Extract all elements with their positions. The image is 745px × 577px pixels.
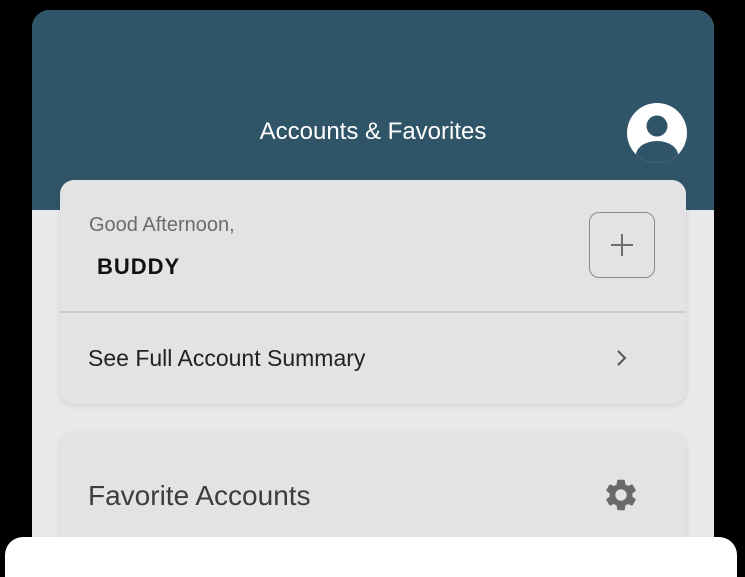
account-summary-label: See Full Account Summary bbox=[88, 345, 366, 371]
account-summary-link[interactable]: See Full Account Summary bbox=[60, 312, 686, 404]
user-name: BUDDY bbox=[97, 254, 181, 279]
plus-icon bbox=[611, 234, 633, 256]
app-screen: Accounts & Favorites Good Afternoon, BUD… bbox=[32, 10, 714, 570]
chevron-right-icon bbox=[612, 346, 632, 370]
favorite-accounts-title: Favorite Accounts bbox=[88, 480, 311, 511]
account-circle-icon[interactable] bbox=[627, 103, 687, 163]
greeting-text: Good Afternoon, bbox=[89, 214, 235, 236]
gear-icon[interactable] bbox=[602, 476, 640, 514]
bottom-sheet bbox=[5, 537, 737, 577]
add-button[interactable] bbox=[589, 212, 655, 278]
greeting-card: Good Afternoon, BUDDY See Full Account S… bbox=[60, 180, 686, 404]
page-title: Accounts & Favorites bbox=[259, 118, 487, 145]
